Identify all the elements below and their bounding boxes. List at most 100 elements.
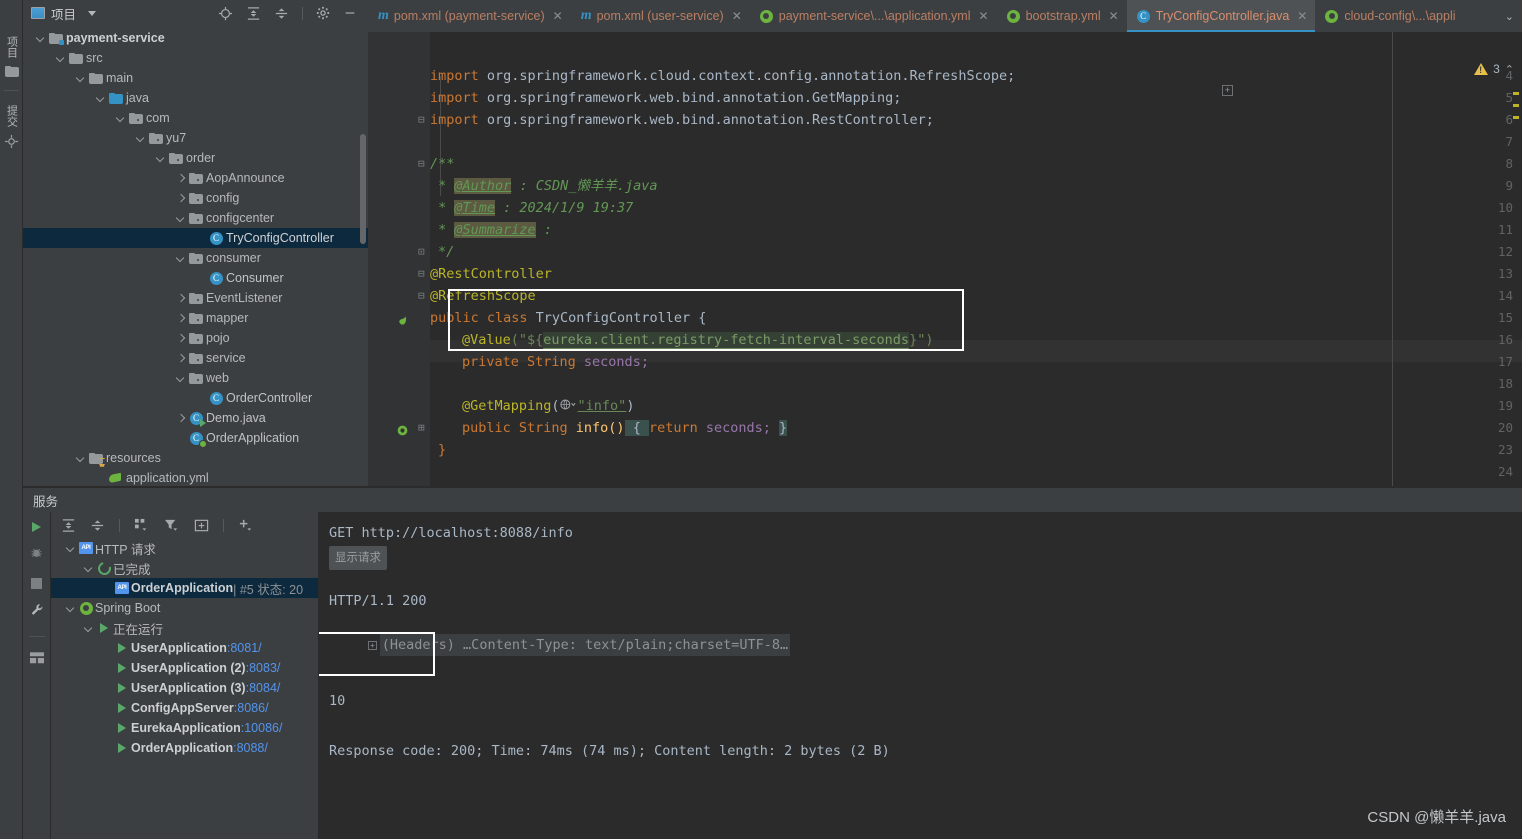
- close-icon[interactable]: ✕: [1297, 9, 1307, 23]
- chevron-down-icon[interactable]: [175, 368, 187, 388]
- code-editor[interactable]: 4 5 6 7 8 9 10 11 12 13 14 15 16 17 18 19 20 23 24 ⊟ ⊟ ⊡ ⊟…: [368, 32, 1522, 488]
- tree-node[interactable]: consumer: [23, 248, 368, 268]
- chevron-right-icon[interactable]: [175, 188, 187, 208]
- editor-tab[interactable]: m pom.xml (payment-service) ✕: [368, 0, 571, 32]
- chevron-right-icon[interactable]: [175, 288, 187, 308]
- chevron-right-icon[interactable]: [175, 348, 187, 368]
- show-request-button[interactable]: 显示请求: [329, 546, 387, 570]
- http-response-panel[interactable]: GET http://localhost:8088/info 显示请求 HTTP…: [319, 512, 1522, 839]
- service-node[interactable]: UserApplication (3) :8084/: [51, 678, 318, 698]
- chevron-down-icon[interactable]: [155, 148, 167, 168]
- chevron-right-icon[interactable]: [175, 408, 187, 428]
- tree-node[interactable]: C Demo.java: [23, 408, 368, 428]
- fold-marker-imports[interactable]: ⊟: [418, 109, 425, 131]
- editor-tab[interactable]: cloud-config\...\appli: [1315, 0, 1463, 32]
- tree-node[interactable]: resources: [23, 448, 368, 468]
- debug-icon[interactable]: [30, 546, 43, 564]
- tree-node[interactable]: yu7: [23, 128, 368, 148]
- tree-node[interactable]: main: [23, 68, 368, 88]
- chevron-down-icon[interactable]: [65, 538, 77, 558]
- gutter-marker-warning[interactable]: [1513, 116, 1519, 119]
- tree-node[interactable]: src: [23, 48, 368, 68]
- chevron-down-icon[interactable]: ⌄: [1497, 0, 1522, 32]
- gear-icon[interactable]: [316, 6, 330, 20]
- show-tree-icon[interactable]: [194, 518, 209, 533]
- chevron-right-icon[interactable]: [175, 168, 187, 188]
- chevron-right-icon[interactable]: [175, 328, 187, 348]
- chevron-down-icon[interactable]: [55, 48, 67, 68]
- run-icon[interactable]: [32, 522, 41, 532]
- chevron-down-icon[interactable]: [75, 68, 87, 88]
- fold-marker-javadoc[interactable]: ⊟: [418, 153, 425, 175]
- close-icon[interactable]: ✕: [732, 9, 742, 23]
- spring-bean-gutter-icon[interactable]: [396, 314, 409, 331]
- collapse-all-icon[interactable]: [90, 518, 105, 533]
- tree-node[interactable]: order: [23, 148, 368, 168]
- tree-node[interactable]: C OrderController: [23, 388, 368, 408]
- code-text-area[interactable]: import org.springframework.cloud.context…: [430, 32, 1522, 488]
- editor-tab[interactable]: C TryConfigController.java ✕: [1126, 0, 1316, 32]
- inspection-status[interactable]: 3 ⌃: [1474, 62, 1514, 76]
- fold-marker-method[interactable]: ⊞: [418, 417, 425, 439]
- add-icon[interactable]: [238, 518, 254, 533]
- tree-node[interactable]: payment-service: [23, 28, 368, 48]
- chevron-down-icon[interactable]: [75, 448, 87, 468]
- services-tree[interactable]: API HTTP 请求 已完成 API OrderApplication | #5 状态…: [51, 538, 318, 839]
- chevron-down-icon[interactable]: [83, 558, 95, 578]
- service-node[interactable]: UserApplication :8081/: [51, 638, 318, 658]
- chevron-down-icon[interactable]: [88, 10, 97, 16]
- sidebar-item-project[interactable]: 项目: [0, 36, 23, 58]
- tree-node[interactable]: C Consumer: [23, 268, 368, 288]
- spring-mapping-gutter-icon[interactable]: [396, 424, 409, 441]
- expand-headers-icon[interactable]: +: [367, 641, 377, 650]
- collapse-all-icon[interactable]: [274, 6, 289, 21]
- close-icon[interactable]: ✕: [1109, 9, 1119, 23]
- filter-icon[interactable]: [164, 518, 180, 533]
- chevron-down-icon[interactable]: [83, 618, 95, 638]
- fold-marker-javadoc-end[interactable]: ⊡: [418, 241, 425, 263]
- tree-node[interactable]: mapper: [23, 308, 368, 328]
- tree-node[interactable]: EventListener: [23, 288, 368, 308]
- chevron-down-icon[interactable]: [175, 208, 187, 228]
- close-icon[interactable]: ✕: [979, 9, 989, 23]
- service-node[interactable]: API OrderApplication | #5 状态: 20: [51, 578, 318, 598]
- service-node[interactable]: OrderApplication :8088/: [51, 738, 318, 758]
- service-node[interactable]: ConfigAppServer :8086/: [51, 698, 318, 718]
- tree-node[interactable]: web: [23, 368, 368, 388]
- tree-node[interactable]: com: [23, 108, 368, 128]
- layout-icon[interactable]: [29, 651, 44, 669]
- folder-icon[interactable]: [0, 66, 23, 77]
- gutter-marker-warning[interactable]: [1513, 92, 1519, 95]
- service-node[interactable]: UserApplication (2) :8083/: [51, 658, 318, 678]
- structure-icon[interactable]: [0, 135, 23, 148]
- tree-node[interactable]: pojo: [23, 328, 368, 348]
- gutter-marker-warning[interactable]: [1513, 104, 1519, 107]
- chevron-right-icon[interactable]: [175, 308, 187, 328]
- service-node[interactable]: 正在运行: [51, 618, 318, 638]
- chevron-down-icon[interactable]: [95, 88, 107, 108]
- expand-all-icon[interactable]: [246, 6, 261, 21]
- chevron-down-icon[interactable]: [175, 248, 187, 268]
- service-node[interactable]: EurekaApplication :10086/: [51, 718, 318, 738]
- locate-icon[interactable]: [218, 6, 233, 21]
- tree-node[interactable]: configcenter: [23, 208, 368, 228]
- chevron-down-icon[interactable]: [115, 108, 127, 128]
- chevron-down-icon[interactable]: [65, 598, 77, 618]
- tree-node[interactable]: application.yml: [23, 468, 368, 488]
- tree-node[interactable]: service: [23, 348, 368, 368]
- tree-node[interactable]: config: [23, 188, 368, 208]
- fold-marker-refreshscope[interactable]: ⊟: [418, 285, 425, 307]
- sidebar-item-commit[interactable]: 提交: [0, 105, 23, 127]
- project-tree-scrollbar[interactable]: [360, 134, 366, 244]
- group-by-icon[interactable]: [134, 518, 150, 533]
- web-endpoint-inline-icon[interactable]: [559, 395, 578, 417]
- tree-node[interactable]: java: [23, 88, 368, 108]
- editor-tab-bar[interactable]: m pom.xml (payment-service) ✕ m pom.xml (use…: [368, 0, 1522, 32]
- chevron-down-icon[interactable]: [35, 28, 47, 48]
- settings-wrench-icon[interactable]: [30, 603, 44, 622]
- service-node[interactable]: Spring Boot: [51, 598, 318, 618]
- close-icon[interactable]: ✕: [553, 9, 563, 23]
- stop-icon[interactable]: [31, 578, 42, 589]
- tree-node[interactable]: C TryConfigController: [23, 228, 368, 248]
- fold-marker-class[interactable]: ⊟: [418, 263, 425, 285]
